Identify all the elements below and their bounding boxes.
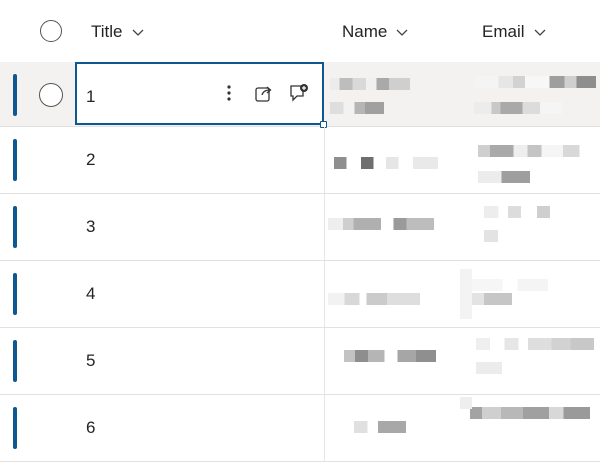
row-title[interactable]: 3 bbox=[86, 217, 95, 237]
row-accent-bar bbox=[13, 407, 17, 449]
table-row[interactable]: 3 bbox=[0, 194, 600, 261]
list-header: Title Name Email bbox=[0, 0, 600, 62]
column-divider bbox=[324, 261, 325, 327]
redacted-email bbox=[472, 279, 548, 291]
row-accent-bar bbox=[13, 273, 17, 315]
column-header-name-label: Name bbox=[342, 22, 388, 41]
row-accent-bar bbox=[13, 206, 17, 248]
title-cell-editor[interactable]: 1 bbox=[75, 62, 324, 125]
redacted-name bbox=[344, 350, 436, 362]
row-title[interactable]: 5 bbox=[86, 351, 95, 371]
column-header-title-label: Title bbox=[91, 22, 123, 41]
row-title[interactable]: 4 bbox=[86, 284, 95, 304]
column-header-title[interactable]: Title bbox=[91, 22, 145, 42]
row-title[interactable]: 2 bbox=[86, 150, 95, 170]
table-row[interactable]: 4 bbox=[0, 261, 600, 328]
chevron-down-icon bbox=[395, 25, 409, 39]
redacted-email bbox=[476, 338, 594, 350]
redacted-email bbox=[472, 293, 512, 305]
redacted-name bbox=[330, 78, 410, 90]
redacted-email bbox=[484, 230, 498, 242]
redacted-name bbox=[328, 218, 434, 230]
redacted-email bbox=[478, 171, 530, 183]
redacted-name bbox=[328, 293, 420, 305]
row-accent-bar bbox=[13, 139, 17, 181]
redacted-name bbox=[354, 421, 406, 433]
share-icon[interactable] bbox=[253, 82, 275, 104]
redacted-email bbox=[474, 102, 562, 114]
row-accent-bar bbox=[13, 74, 17, 116]
redacted-email bbox=[478, 145, 596, 157]
redacted-email bbox=[460, 269, 472, 319]
redacted-email bbox=[474, 76, 596, 88]
table-row[interactable]: 5 bbox=[0, 328, 600, 395]
more-options-icon[interactable] bbox=[218, 82, 240, 104]
redacted-email bbox=[476, 362, 502, 374]
column-header-name[interactable]: Name bbox=[342, 22, 409, 42]
row-select-checkbox[interactable] bbox=[39, 83, 63, 107]
select-all-checkbox[interactable] bbox=[40, 20, 62, 42]
table-row[interactable]: 2 bbox=[0, 127, 600, 194]
chevron-down-icon bbox=[533, 25, 547, 39]
table-row[interactable]: 6 bbox=[0, 395, 600, 462]
row-accent-bar bbox=[13, 340, 17, 382]
redacted-email bbox=[484, 206, 550, 218]
chevron-down-icon bbox=[131, 25, 145, 39]
column-divider bbox=[324, 395, 325, 461]
column-header-email-label: Email bbox=[482, 22, 525, 41]
row-title[interactable]: 6 bbox=[86, 418, 95, 438]
column-divider bbox=[324, 127, 325, 193]
redacted-name bbox=[334, 157, 438, 169]
comment-icon[interactable] bbox=[288, 82, 310, 104]
column-header-email[interactable]: Email bbox=[482, 22, 547, 42]
column-divider bbox=[324, 194, 325, 260]
redacted-email bbox=[460, 397, 472, 409]
redacted-email bbox=[470, 407, 590, 419]
row-title: 1 bbox=[86, 87, 96, 106]
redacted-name bbox=[330, 102, 384, 114]
column-divider bbox=[324, 328, 325, 394]
